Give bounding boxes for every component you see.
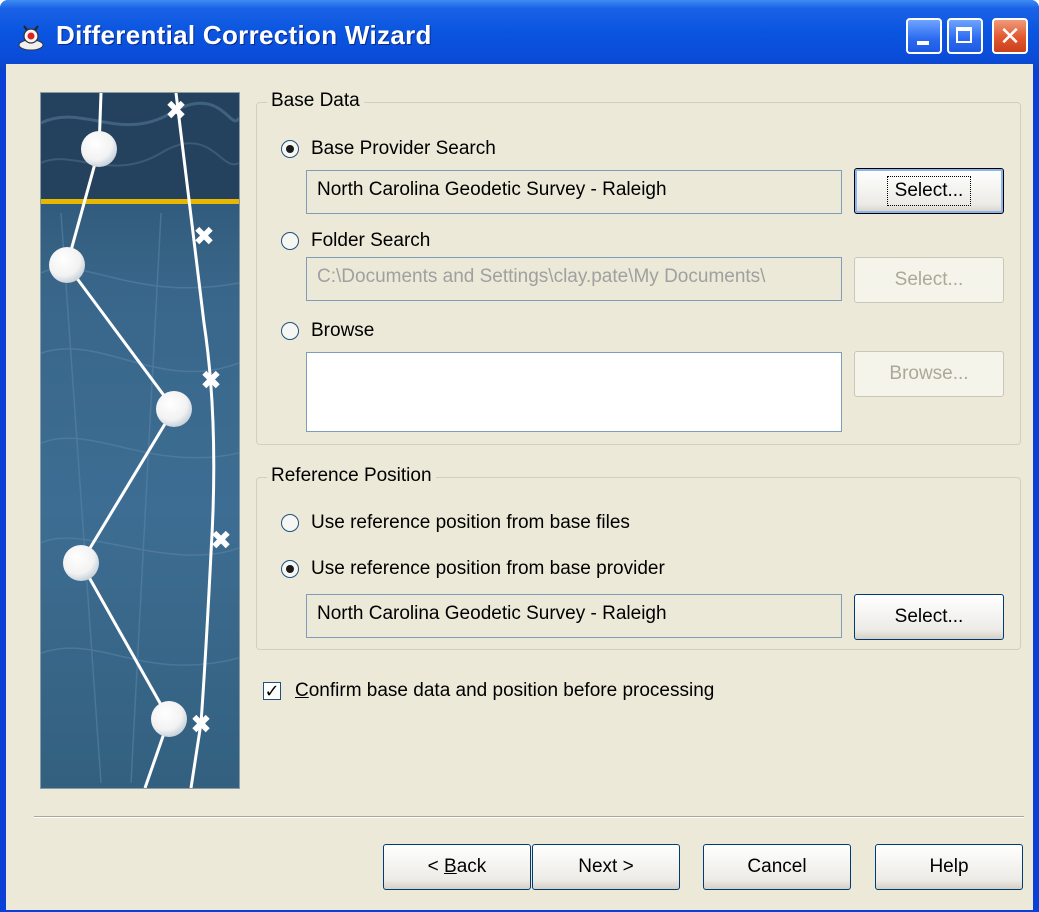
ref-from-provider-radio[interactable] (281, 560, 299, 578)
base-provider-search-radio-row[interactable]: Base Provider Search (281, 136, 496, 162)
banner-graphic: ✖ ✖ ✖ ✖ ✖ (41, 93, 239, 788)
wizard-app-icon (18, 25, 44, 51)
wizard-banner-image: ✖ ✖ ✖ ✖ ✖ (40, 92, 240, 789)
ref-from-provider-label: Use reference position from base provide… (311, 558, 665, 579)
cancel-button[interactable]: Cancel (703, 844, 851, 890)
svg-text:✖: ✖ (190, 710, 212, 740)
confirm-checkbox[interactable]: ✓ (263, 681, 281, 701)
browse-radio[interactable] (281, 322, 299, 340)
minimize-button[interactable] (906, 18, 942, 54)
folder-search-label: Folder Search (311, 230, 431, 251)
browse-button[interactable]: Browse... (854, 351, 1004, 397)
footer-separator (34, 816, 1024, 818)
window-title: Differential Correction Wizard (56, 20, 432, 50)
ref-from-provider-radio-row[interactable]: Use reference position from base provide… (281, 556, 665, 582)
folder-search-radio-row[interactable]: Folder Search (281, 228, 430, 254)
ref-from-base-files-label: Use reference position from base files (311, 512, 630, 533)
confirm-label: Confirm base data and position before pr… (295, 680, 715, 701)
browse-label: Browse (311, 320, 375, 341)
svg-text:✖: ✖ (200, 366, 222, 396)
svg-text:✖: ✖ (193, 222, 215, 252)
svg-text:✖: ✖ (210, 526, 232, 556)
reference-position-legend: Reference Position (267, 465, 436, 487)
base-data-legend: Base Data (267, 90, 364, 112)
close-button[interactable]: ✕ (992, 18, 1028, 54)
folder-search-radio[interactable] (281, 232, 299, 250)
dialog-body: ✖ ✖ ✖ ✖ ✖ Base Data Base Provider Search… (6, 64, 1033, 910)
svg-text:✖: ✖ (165, 96, 187, 126)
title-bar[interactable]: Differential Correction Wizard ✕ (0, 0, 1039, 72)
folder-path-field: C:\Documents and Settings\clay.pate\My D… (306, 257, 842, 301)
checkmark-icon: ✓ (264, 681, 280, 701)
wizard-window: Differential Correction Wizard ✕ ✖ ✖ ✖ ✖… (0, 0, 1039, 912)
reference-provider-field: North Carolina Geodetic Survey - Raleigh (306, 594, 842, 638)
base-provider-search-radio[interactable] (281, 140, 299, 158)
confirm-checkbox-row[interactable]: ✓ Confirm base data and position before … (263, 680, 714, 702)
next-button[interactable]: Next > (532, 844, 680, 890)
base-provider-field: North Carolina Geodetic Survey - Raleigh (306, 170, 842, 214)
reference-select-button[interactable]: Select... (854, 594, 1004, 640)
ref-from-base-files-radio-row[interactable]: Use reference position from base files (281, 510, 630, 536)
help-button[interactable]: Help (875, 844, 1023, 890)
close-icon: ✕ (999, 21, 1021, 51)
maximize-button[interactable] (947, 18, 983, 54)
back-button[interactable]: < Back (383, 844, 531, 890)
ref-from-base-files-radio[interactable] (281, 514, 299, 532)
folder-select-button[interactable]: Select... (854, 257, 1004, 303)
browse-file-list[interactable] (306, 352, 842, 432)
base-provider-select-button[interactable]: Select... (854, 168, 1004, 214)
browse-radio-row[interactable]: Browse (281, 318, 374, 344)
base-provider-search-label: Base Provider Search (311, 138, 496, 159)
